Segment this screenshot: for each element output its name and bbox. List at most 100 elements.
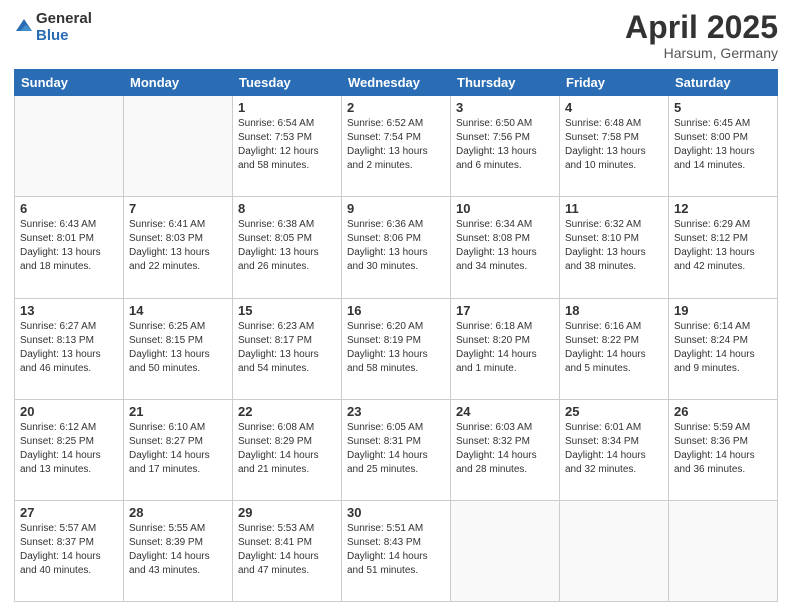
- calendar-day-18: 18 Sunrise: 6:16 AMSunset: 8:22 PMDayligh…: [560, 298, 669, 399]
- day-info: Sunrise: 6:14 AMSunset: 8:24 PMDaylight:…: [674, 320, 772, 376]
- day-number: 10: [456, 201, 554, 216]
- day-number: 30: [347, 505, 445, 520]
- day-info: Sunrise: 6:10 AMSunset: 8:27 PMDaylight:…: [129, 421, 227, 477]
- day-number: 1: [238, 100, 336, 115]
- day-info: Sunrise: 5:59 AMSunset: 8:36 PMDaylight:…: [674, 421, 772, 477]
- day-number: 21: [129, 404, 227, 419]
- day-number: 8: [238, 201, 336, 216]
- day-number: 25: [565, 404, 663, 419]
- day-number: 14: [129, 303, 227, 318]
- calendar-day-9: 9Sunrise: 6:36 AMSunset: 8:06 PMDaylight…: [342, 197, 451, 298]
- day-info: Sunrise: 6:45 AMSunset: 8:00 PMDaylight:…: [674, 117, 772, 173]
- day-info: Sunrise: 5:55 AMSunset: 8:39 PMDaylight:…: [129, 522, 227, 578]
- day-info: Sunrise: 6:16 AMSunset: 8:22 PMDaylight:…: [565, 320, 663, 376]
- calendar-day-14: 14 Sunrise: 6:25 AMSunset: 8:15 PMDayligh…: [124, 298, 233, 399]
- calendar-col-wednesday: Wednesday: [342, 70, 451, 96]
- title-block: April 2025 Harsum, Germany: [625, 10, 778, 61]
- calendar-day-2: 2Sunrise: 6:52 AMSunset: 7:54 PMDaylight…: [342, 96, 451, 197]
- day-info: Sunrise: 6:54 AMSunset: 7:53 PMDaylight:…: [238, 117, 336, 173]
- day-info: Sunrise: 6:52 AMSunset: 7:54 PMDaylight:…: [347, 117, 445, 173]
- day-info: Sunrise: 6:38 AMSunset: 8:05 PMDaylight:…: [238, 218, 336, 274]
- day-info: Sunrise: 5:53 AMSunset: 8:41 PMDaylight:…: [238, 522, 336, 578]
- day-number: 7: [129, 201, 227, 216]
- calendar-header-row: SundayMondayTuesdayWednesdayThursdayFrid…: [15, 70, 778, 96]
- calendar-day-21: 21 Sunrise: 6:10 AMSunset: 8:27 PMDayligh…: [124, 399, 233, 500]
- day-number: 13: [20, 303, 118, 318]
- day-info: Sunrise: 6:48 AMSunset: 7:58 PMDaylight:…: [565, 117, 663, 173]
- day-info: Sunrise: 5:51 AMSunset: 8:43 PMDaylight:…: [347, 522, 445, 578]
- day-info: Sunrise: 6:08 AMSunset: 8:29 PMDaylight:…: [238, 421, 336, 477]
- calendar-empty: [451, 500, 560, 601]
- day-info: Sunrise: 6:05 AMSunset: 8:31 PMDaylight:…: [347, 421, 445, 477]
- calendar-day-29: 29 Sunrise: 5:53 AMSunset: 8:41 PMDayligh…: [233, 500, 342, 601]
- calendar-col-tuesday: Tuesday: [233, 70, 342, 96]
- calendar-day-1: 1 Sunrise: 6:54 AMSunset: 7:53 PMDaylight…: [233, 96, 342, 197]
- calendar-col-saturday: Saturday: [669, 70, 778, 96]
- calendar-day-25: 25 Sunrise: 6:01 AMSunset: 8:34 PMDayligh…: [560, 399, 669, 500]
- day-number: 5: [674, 100, 772, 115]
- day-number: 4: [565, 100, 663, 115]
- logo-icon: [14, 17, 34, 37]
- calendar-day-28: 28 Sunrise: 5:55 AMSunset: 8:39 PMDayligh…: [124, 500, 233, 601]
- day-info: Sunrise: 6:43 AMSunset: 8:01 PMDaylight:…: [20, 218, 118, 274]
- location: Harsum, Germany: [625, 45, 778, 61]
- day-info: Sunrise: 6:18 AMSunset: 8:20 PMDaylight:…: [456, 320, 554, 376]
- calendar-day-16: 16 Sunrise: 6:20 AMSunset: 8:19 PMDayligh…: [342, 298, 451, 399]
- calendar-empty: [124, 96, 233, 197]
- day-info: Sunrise: 6:01 AMSunset: 8:34 PMDaylight:…: [565, 421, 663, 477]
- day-number: 18: [565, 303, 663, 318]
- calendar-week-1: 1 Sunrise: 6:54 AMSunset: 7:53 PMDaylight…: [15, 96, 778, 197]
- day-number: 12: [674, 201, 772, 216]
- day-number: 27: [20, 505, 118, 520]
- calendar-day-19: 19Sunrise: 6:14 AMSunset: 8:24 PMDayligh…: [669, 298, 778, 399]
- calendar-col-thursday: Thursday: [451, 70, 560, 96]
- calendar-week-2: 6 Sunrise: 6:43 AMSunset: 8:01 PMDaylight…: [15, 197, 778, 298]
- calendar-day-26: 26 Sunrise: 5:59 AMSunset: 8:36 PMDayligh…: [669, 399, 778, 500]
- day-info: Sunrise: 6:03 AMSunset: 8:32 PMDaylight:…: [456, 421, 554, 477]
- calendar-week-3: 13 Sunrise: 6:27 AMSunset: 8:13 PMDayligh…: [15, 298, 778, 399]
- day-number: 23: [347, 404, 445, 419]
- day-number: 15: [238, 303, 336, 318]
- calendar-col-sunday: Sunday: [15, 70, 124, 96]
- calendar-day-24: 24 Sunrise: 6:03 AMSunset: 8:32 PMDayligh…: [451, 399, 560, 500]
- calendar-day-27: 27Sunrise: 5:57 AMSunset: 8:37 PMDayligh…: [15, 500, 124, 601]
- calendar-empty: [15, 96, 124, 197]
- header: General Blue April 2025 Harsum, Germany: [14, 10, 778, 61]
- calendar-day-7: 7Sunrise: 6:41 AMSunset: 8:03 PMDaylight…: [124, 197, 233, 298]
- day-number: 20: [20, 404, 118, 419]
- logo-text: General Blue: [36, 10, 92, 44]
- day-number: 28: [129, 505, 227, 520]
- calendar-day-3: 3Sunrise: 6:50 AMSunset: 7:56 PMDaylight…: [451, 96, 560, 197]
- calendar-day-5: 5 Sunrise: 6:45 AMSunset: 8:00 PMDaylight…: [669, 96, 778, 197]
- day-number: 29: [238, 505, 336, 520]
- calendar-day-6: 6 Sunrise: 6:43 AMSunset: 8:01 PMDaylight…: [15, 197, 124, 298]
- calendar-day-11: 11Sunrise: 6:32 AMSunset: 8:10 PMDayligh…: [560, 197, 669, 298]
- day-number: 22: [238, 404, 336, 419]
- calendar-day-13: 13 Sunrise: 6:27 AMSunset: 8:13 PMDayligh…: [15, 298, 124, 399]
- logo: General Blue: [14, 10, 92, 44]
- calendar-empty: [669, 500, 778, 601]
- day-info: Sunrise: 6:36 AMSunset: 8:06 PMDaylight:…: [347, 218, 445, 274]
- calendar: SundayMondayTuesdayWednesdayThursdayFrid…: [14, 69, 778, 602]
- day-info: Sunrise: 6:23 AMSunset: 8:17 PMDaylight:…: [238, 320, 336, 376]
- calendar-day-4: 4 Sunrise: 6:48 AMSunset: 7:58 PMDaylight…: [560, 96, 669, 197]
- day-info: Sunrise: 6:12 AMSunset: 8:25 PMDaylight:…: [20, 421, 118, 477]
- day-info: Sunrise: 6:25 AMSunset: 8:15 PMDaylight:…: [129, 320, 227, 376]
- calendar-col-monday: Monday: [124, 70, 233, 96]
- calendar-day-15: 15 Sunrise: 6:23 AMSunset: 8:17 PMDayligh…: [233, 298, 342, 399]
- day-number: 3: [456, 100, 554, 115]
- calendar-empty: [560, 500, 669, 601]
- day-number: 6: [20, 201, 118, 216]
- calendar-day-10: 10 Sunrise: 6:34 AMSunset: 8:08 PMDayligh…: [451, 197, 560, 298]
- calendar-week-4: 20 Sunrise: 6:12 AMSunset: 8:25 PMDayligh…: [15, 399, 778, 500]
- day-number: 16: [347, 303, 445, 318]
- calendar-col-friday: Friday: [560, 70, 669, 96]
- day-info: Sunrise: 6:34 AMSunset: 8:08 PMDaylight:…: [456, 218, 554, 274]
- calendar-day-30: 30 Sunrise: 5:51 AMSunset: 8:43 PMDayligh…: [342, 500, 451, 601]
- day-info: Sunrise: 6:20 AMSunset: 8:19 PMDaylight:…: [347, 320, 445, 376]
- day-number: 11: [565, 201, 663, 216]
- day-number: 26: [674, 404, 772, 419]
- day-number: 24: [456, 404, 554, 419]
- day-number: 17: [456, 303, 554, 318]
- day-info: Sunrise: 6:27 AMSunset: 8:13 PMDaylight:…: [20, 320, 118, 376]
